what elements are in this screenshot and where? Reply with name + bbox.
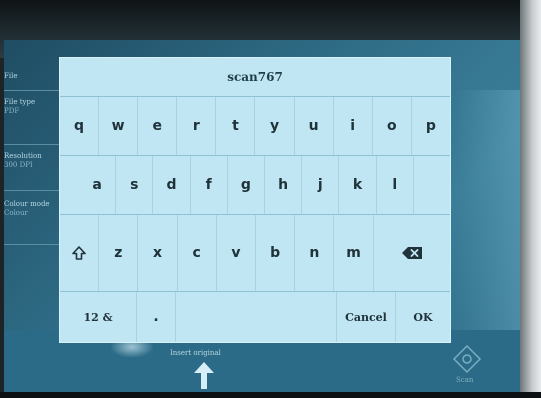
- setting-divider: [4, 244, 60, 245]
- key-o[interactable]: o: [373, 97, 412, 155]
- key-g[interactable]: g: [228, 156, 266, 214]
- key-b[interactable]: b: [256, 215, 296, 291]
- key-i[interactable]: i: [334, 97, 373, 155]
- ok-button[interactable]: OK: [396, 292, 450, 342]
- setting-file-type[interactable]: File type PDF: [4, 98, 60, 116]
- setting-divider: [4, 90, 60, 91]
- key-z[interactable]: z: [99, 215, 139, 291]
- photo-bezel-right: [520, 0, 541, 398]
- key-row-4: 12 & . Cancel OK: [60, 292, 450, 342]
- key-e[interactable]: e: [138, 97, 178, 155]
- key-n[interactable]: n: [295, 215, 335, 291]
- screen-glare: [455, 90, 520, 330]
- key-p[interactable]: p: [412, 97, 450, 155]
- setting-value: Colour: [4, 209, 28, 217]
- spacebar-key[interactable]: [176, 292, 337, 342]
- backspace-key[interactable]: [374, 215, 450, 291]
- key-row-1: q w e r t y u i o p: [60, 97, 450, 155]
- key-w[interactable]: w: [99, 97, 139, 155]
- key-blank: [414, 156, 450, 214]
- key-l[interactable]: l: [377, 156, 414, 214]
- backspace-icon: [401, 246, 423, 260]
- shift-arrow-icon: [71, 245, 87, 261]
- setting-value: 300 DPI: [4, 161, 33, 169]
- insert-arrow-icon: [192, 360, 216, 390]
- cancel-button[interactable]: Cancel: [337, 292, 396, 342]
- key-u[interactable]: u: [295, 97, 334, 155]
- key-d[interactable]: d: [153, 156, 191, 214]
- scan-settings-panel: File File type PDF Resolution 300 DPI Co…: [4, 62, 60, 330]
- setting-colour-mode[interactable]: Colour mode Colour: [4, 200, 60, 218]
- key-q[interactable]: q: [60, 97, 100, 155]
- start-scan-label: Scan: [456, 376, 474, 384]
- setting-file[interactable]: File: [4, 72, 60, 81]
- key-v[interactable]: v: [217, 215, 257, 291]
- key-t[interactable]: t: [216, 97, 256, 155]
- setting-label: File: [4, 72, 18, 80]
- key-j[interactable]: j: [302, 156, 340, 214]
- key-x[interactable]: x: [138, 215, 178, 291]
- start-scan-icon[interactable]: [452, 344, 482, 374]
- key-s[interactable]: s: [116, 156, 154, 214]
- key-a[interactable]: a: [79, 156, 117, 214]
- filename-display: scan767: [227, 70, 283, 84]
- on-screen-keyboard: scan767 q w e r t y u i o p a s d f g h …: [59, 57, 451, 343]
- key-m[interactable]: m: [334, 215, 374, 291]
- key-h[interactable]: h: [265, 156, 303, 214]
- key-period[interactable]: .: [137, 292, 176, 342]
- shift-key[interactable]: [60, 215, 100, 291]
- setting-label: Colour mode: [4, 200, 50, 208]
- numbers-symbols-key[interactable]: 12 &: [60, 292, 137, 342]
- setting-divider: [4, 144, 60, 145]
- key-row-2: a s d f g h j k l: [79, 156, 450, 214]
- key-c[interactable]: c: [178, 215, 217, 291]
- key-f[interactable]: f: [191, 156, 228, 214]
- photo-bezel-bottom: [0, 392, 541, 398]
- key-r[interactable]: r: [177, 97, 217, 155]
- key-y[interactable]: y: [255, 97, 295, 155]
- setting-value: PDF: [4, 107, 20, 115]
- insert-original-label: Insert original: [170, 349, 221, 357]
- setting-label: Resolution: [4, 152, 42, 160]
- key-row-3: z x c v b n m: [60, 215, 450, 291]
- key-k[interactable]: k: [339, 156, 377, 214]
- setting-resolution[interactable]: Resolution 300 DPI: [4, 152, 60, 170]
- setting-divider: [4, 190, 60, 191]
- setting-label: File type: [4, 98, 36, 106]
